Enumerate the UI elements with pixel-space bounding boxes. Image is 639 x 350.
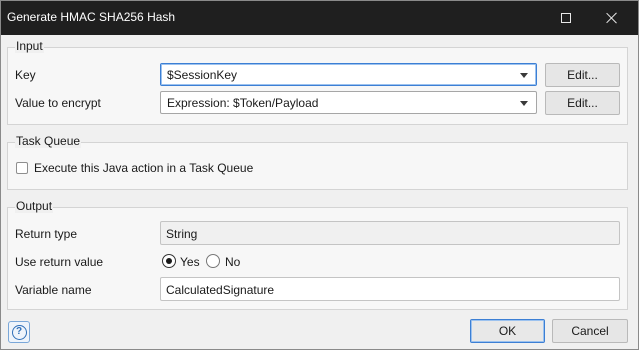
variable-name-value: CalculatedSignature (166, 283, 275, 297)
key-label: Key (15, 68, 36, 82)
value-to-encrypt-label: Value to encrypt (15, 96, 101, 110)
variable-name-input[interactable]: CalculatedSignature (160, 277, 620, 301)
chevron-down-icon (520, 101, 528, 106)
dialog-window: Generate HMAC SHA256 Hash Input Key $Ses… (0, 0, 639, 350)
maximize-icon (561, 13, 571, 23)
key-edit-button[interactable]: Edit... (545, 63, 620, 87)
key-dropdown[interactable]: $SessionKey (160, 63, 537, 86)
title-bar[interactable]: Generate HMAC SHA256 Hash (1, 1, 638, 35)
help-icon: ? (11, 324, 27, 340)
input-group: Input Key $SessionKey Edit... Value to e… (7, 39, 628, 125)
output-group-title: Output (15, 199, 54, 213)
close-icon (606, 12, 618, 24)
maximize-button[interactable] (544, 1, 588, 35)
return-type-label: Return type (15, 227, 78, 241)
output-group: Output Return type String Use return val… (7, 199, 628, 310)
cancel-button[interactable]: Cancel (552, 319, 628, 343)
variable-name-label: Variable name (15, 283, 92, 297)
dialog-title: Generate HMAC SHA256 Hash (7, 10, 176, 24)
close-button[interactable] (590, 1, 634, 35)
return-type-value: String (166, 227, 198, 241)
chevron-down-icon (520, 73, 528, 78)
task-queue-group-title: Task Queue (15, 134, 82, 148)
use-return-value-label: Use return value (15, 255, 104, 269)
task-queue-checkbox-label[interactable]: Execute this Java action in a Task Queue (34, 161, 253, 175)
value-to-encrypt-dropdown[interactable]: Expression: $Token/Payload (160, 91, 537, 114)
task-queue-checkbox[interactable] (16, 162, 28, 174)
no-radio[interactable] (206, 254, 220, 268)
value-to-encrypt-value: Expression: $Token/Payload (167, 96, 319, 110)
value-edit-button[interactable]: Edit... (545, 91, 620, 115)
no-radio-label[interactable]: No (225, 255, 240, 269)
help-button[interactable]: ? (8, 321, 30, 343)
input-group-title: Input (15, 39, 44, 53)
task-queue-group: Task Queue Execute this Java action in a… (7, 134, 628, 190)
ok-button[interactable]: OK (470, 319, 545, 343)
yes-radio[interactable] (162, 254, 176, 268)
key-dropdown-value: $SessionKey (167, 68, 238, 82)
return-type-field: String (160, 221, 620, 245)
yes-radio-label[interactable]: Yes (180, 255, 200, 269)
